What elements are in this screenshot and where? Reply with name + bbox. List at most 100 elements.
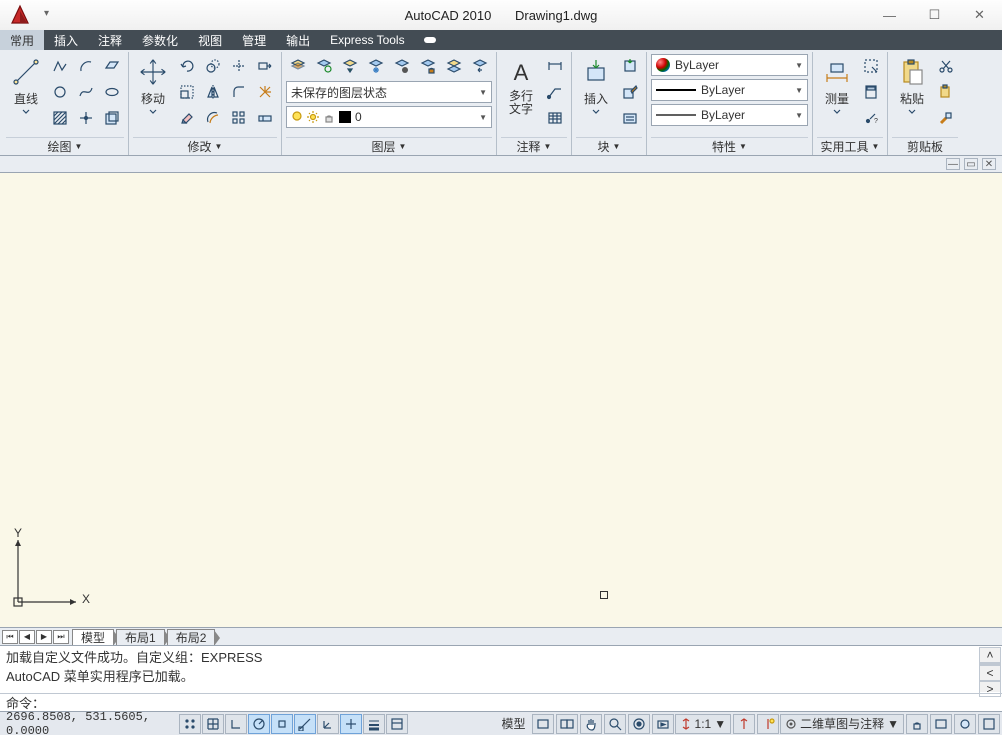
polar-toggle[interactable] [248, 714, 270, 734]
layer-prev-button[interactable] [468, 54, 492, 78]
cleanscreen-button[interactable] [978, 714, 1000, 734]
scale-button[interactable] [175, 80, 199, 104]
dim-linear-button[interactable] [543, 54, 567, 78]
color-combo[interactable]: ByLayer▼ [651, 54, 808, 76]
region-button[interactable] [100, 106, 124, 130]
annovis-toggle[interactable] [733, 714, 755, 734]
copyclip-button[interactable] [934, 80, 958, 104]
panel-anno-title[interactable]: 注释▼ [501, 137, 567, 155]
lineweight-combo[interactable]: ByLayer▼ [651, 79, 808, 101]
fillet-button[interactable] [227, 80, 251, 104]
layer-current-combo[interactable]: 0 ▼ [286, 106, 492, 128]
tab-express[interactable]: Express Tools [320, 30, 414, 50]
mirror-button[interactable] [201, 80, 225, 104]
attr-button[interactable] [618, 106, 642, 130]
matchprop-button[interactable] [934, 106, 958, 130]
tab-parametric[interactable]: 参数化 [132, 30, 188, 50]
ortho-toggle[interactable] [225, 714, 247, 734]
doc-min-button[interactable]: — [946, 158, 960, 170]
cmd-scrollbar[interactable]: ˄ ˂ ˃ [979, 647, 1001, 692]
cut-button[interactable] [934, 54, 958, 78]
window-minimize-button[interactable]: — [867, 0, 912, 30]
layer-lock-button[interactable] [416, 54, 440, 78]
panel-prop-title[interactable]: 特性▼ [651, 137, 808, 155]
annoauto-toggle[interactable] [757, 714, 779, 734]
qat-dropdown-icon[interactable]: ▾ [44, 8, 49, 19]
lwt-toggle[interactable] [363, 714, 385, 734]
tab-annotate[interactable]: 注释 [88, 30, 132, 50]
move-button[interactable]: 移动 [133, 54, 173, 116]
rotate-button[interactable] [175, 54, 199, 78]
tab-first-button[interactable]: ⏮ [2, 630, 18, 644]
tab-manage[interactable]: 管理 [232, 30, 276, 50]
layer-properties-button[interactable] [286, 54, 310, 78]
osnap-toggle[interactable] [271, 714, 293, 734]
quickview-layouts[interactable] [532, 714, 554, 734]
command-input[interactable]: 命令： [0, 693, 1002, 711]
tab-view[interactable]: 视图 [188, 30, 232, 50]
measure-button[interactable]: 测量 [817, 54, 857, 116]
stretch-button[interactable] [253, 54, 277, 78]
tab-prev-button[interactable]: ◀ [19, 630, 35, 644]
command-window[interactable]: 加载自定义文件成功。自定义组：EXPRESS AutoCAD 菜单实用程序已加载… [0, 645, 1002, 693]
rect-button[interactable] [100, 54, 124, 78]
zoom-button[interactable] [604, 714, 626, 734]
tab-layout1[interactable]: 布局1 [116, 629, 165, 645]
layer-off-button[interactable] [390, 54, 414, 78]
doc-close-button[interactable]: ✕ [982, 158, 996, 170]
model-space-button[interactable]: 模型 [498, 715, 530, 732]
layer-match-button[interactable] [442, 54, 466, 78]
layer-state-combo[interactable]: 未保存的图层状态▼ [286, 81, 492, 103]
qp-toggle[interactable] [386, 714, 408, 734]
wheel-button[interactable] [628, 714, 650, 734]
showmotion-button[interactable] [652, 714, 674, 734]
lock-ui-button[interactable] [906, 714, 928, 734]
pan-button[interactable] [580, 714, 602, 734]
ducs-toggle[interactable] [317, 714, 339, 734]
tab-layout2[interactable]: 布局2 [167, 629, 216, 645]
hatch-button[interactable] [48, 106, 72, 130]
line-button[interactable]: 直线 [6, 54, 46, 116]
linetype-combo[interactable]: ByLayer▼ [651, 104, 808, 126]
quickcalc-button[interactable] [859, 80, 883, 104]
dyn-toggle[interactable] [340, 714, 362, 734]
panel-block-title[interactable]: 块▼ [576, 137, 642, 155]
workspace-switcher[interactable]: 二维草图与注释▼ [780, 714, 904, 734]
scroll-right-button[interactable]: ˃ [979, 681, 1001, 697]
ellipse-button[interactable] [100, 80, 124, 104]
trim-button[interactable] [227, 54, 251, 78]
mtext-button[interactable]: A 多行 文字 [501, 54, 541, 118]
isolate-button[interactable] [954, 714, 976, 734]
join-button[interactable] [253, 106, 277, 130]
spline-button[interactable] [74, 80, 98, 104]
layer-iso-button[interactable] [338, 54, 362, 78]
select-button[interactable] [859, 54, 883, 78]
quickview-drawings[interactable] [556, 714, 578, 734]
window-maximize-button[interactable]: ☐ [912, 0, 957, 30]
create-block-button[interactable] [618, 54, 642, 78]
circle-button[interactable] [48, 80, 72, 104]
id-point-button[interactable]: ? [859, 106, 883, 130]
erase-button[interactable] [175, 106, 199, 130]
tab-insert[interactable]: 插入 [44, 30, 88, 50]
tab-extra-icon[interactable] [415, 30, 445, 50]
panel-draw-title[interactable]: 绘图▼ [6, 137, 124, 155]
panel-modify-title[interactable]: 修改▼ [133, 137, 277, 155]
scroll-up-button[interactable]: ˄ [979, 647, 1001, 663]
arc-button[interactable] [74, 54, 98, 78]
tab-last-button[interactable]: ⏭ [53, 630, 69, 644]
panel-util-title[interactable]: 实用工具▼ [817, 137, 883, 155]
tab-model[interactable]: 模型 [72, 629, 114, 645]
insert-block-button[interactable]: 插入 [576, 54, 616, 116]
offset-button[interactable] [201, 106, 225, 130]
grid-toggle[interactable] [202, 714, 224, 734]
leader-button[interactable] [543, 80, 567, 104]
tab-home[interactable]: 常用 [0, 30, 44, 50]
point-button[interactable] [74, 106, 98, 130]
edit-block-button[interactable] [618, 80, 642, 104]
pline-button[interactable] [48, 54, 72, 78]
panel-layer-title[interactable]: 图层▼ [286, 137, 492, 155]
layer-states-button[interactable] [312, 54, 336, 78]
tab-output[interactable]: 输出 [276, 30, 320, 50]
annoscale-display[interactable]: 1:1▼ [675, 714, 732, 734]
